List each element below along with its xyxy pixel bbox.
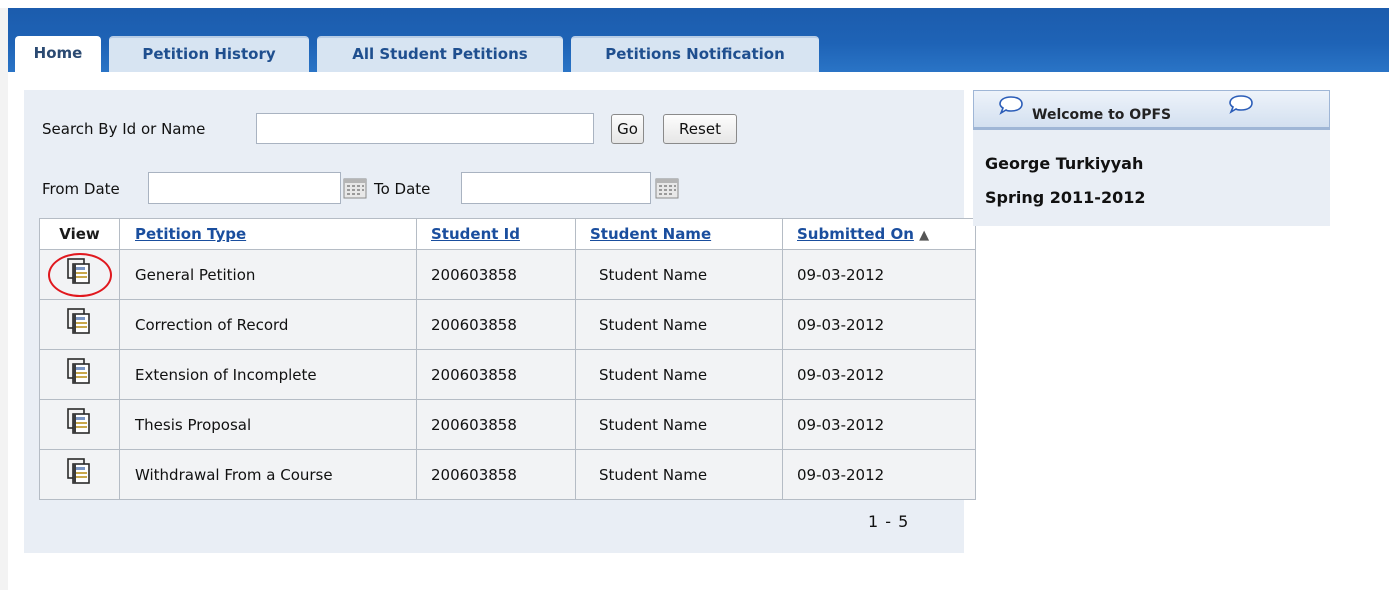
view-document-icon[interactable] bbox=[66, 357, 92, 389]
academic-term: Spring 2011-2012 bbox=[985, 188, 1146, 207]
student-id-cell: 200603858 bbox=[416, 299, 576, 350]
submitted-on-cell: 09-03-2012 bbox=[782, 349, 976, 400]
submitted-on-cell: 09-03-2012 bbox=[782, 399, 976, 450]
petition-type-cell: Thesis Proposal bbox=[119, 399, 417, 450]
submitted-on-cell: 09-03-2012 bbox=[782, 449, 976, 500]
petition-type-cell: Extension of Incomplete bbox=[119, 349, 417, 400]
tab-petition-history[interactable]: Petition History bbox=[109, 36, 309, 72]
speech-bubble-icon bbox=[999, 96, 1023, 115]
table-row: Correction of Record 200603858 Student N… bbox=[39, 299, 976, 350]
tab-label: Petition History bbox=[142, 45, 276, 63]
col-header-student-name[interactable]: Student Name bbox=[575, 218, 783, 250]
sort-link-submitted-on[interactable]: Submitted On bbox=[797, 225, 914, 243]
search-label: Search By Id or Name bbox=[42, 120, 206, 138]
student-name-cell: Student Name bbox=[575, 449, 783, 500]
table-row: General Petition 200603858 Student Name … bbox=[39, 249, 976, 300]
sort-link-petition-type[interactable]: Petition Type bbox=[135, 225, 246, 243]
petition-type-cell: Correction of Record bbox=[119, 299, 417, 350]
welcome-panel: Welcome to OPFS George Turkiyyah Spring … bbox=[973, 90, 1330, 226]
col-header-petition-type[interactable]: Petition Type bbox=[119, 218, 417, 250]
tab-petitions-notification[interactable]: Petitions Notification bbox=[571, 36, 819, 72]
submitted-on-cell: 09-03-2012 bbox=[782, 249, 976, 300]
view-cell bbox=[39, 299, 120, 350]
sort-ascending-icon: ▲ bbox=[919, 228, 930, 243]
view-document-icon[interactable] bbox=[66, 407, 92, 439]
table-row: Thesis Proposal 200603858 Student Name 0… bbox=[39, 399, 976, 450]
student-id-cell: 200603858 bbox=[416, 399, 576, 450]
table-header-row: View Petition Type Student Id Student Na… bbox=[39, 218, 976, 250]
calendar-icon[interactable] bbox=[342, 176, 368, 200]
col-header-submitted-on[interactable]: Submitted On ▲ bbox=[782, 218, 976, 250]
speech-bubble-icon bbox=[1229, 95, 1253, 114]
petition-type-cell: Withdrawal From a Course bbox=[119, 449, 417, 500]
sort-link-student-id[interactable]: Student Id bbox=[431, 225, 520, 243]
pagination-range: 1 - 5 bbox=[868, 512, 910, 531]
view-cell bbox=[39, 449, 120, 500]
table-row: Withdrawal From a Course 200603858 Stude… bbox=[39, 449, 976, 500]
student-id-cell: 200603858 bbox=[416, 249, 576, 300]
submitted-on-cell: 09-03-2012 bbox=[782, 299, 976, 350]
student-id-cell: 200603858 bbox=[416, 449, 576, 500]
view-cell bbox=[39, 249, 120, 300]
user-name: George Turkiyyah bbox=[985, 154, 1144, 173]
from-date-label: From Date bbox=[42, 180, 120, 198]
student-name-cell: Student Name bbox=[575, 299, 783, 350]
calendar-icon[interactable] bbox=[654, 176, 680, 200]
tab-all-student-petitions[interactable]: All Student Petitions bbox=[317, 36, 563, 72]
view-cell bbox=[39, 349, 120, 400]
go-button[interactable]: Go bbox=[611, 114, 644, 144]
student-name-cell: Student Name bbox=[575, 349, 783, 400]
view-document-icon[interactable] bbox=[66, 307, 92, 339]
left-edge bbox=[0, 8, 8, 590]
sort-link-student-name[interactable]: Student Name bbox=[590, 225, 711, 243]
from-date-input[interactable] bbox=[148, 172, 341, 204]
view-document-icon[interactable] bbox=[66, 457, 92, 489]
tab-label: All Student Petitions bbox=[352, 45, 528, 63]
view-document-icon[interactable] bbox=[66, 257, 92, 289]
col-header-view: View bbox=[39, 218, 120, 250]
petition-type-cell: General Petition bbox=[119, 249, 417, 300]
student-id-cell: 200603858 bbox=[416, 349, 576, 400]
tab-home[interactable]: Home bbox=[15, 36, 101, 72]
to-date-label: To Date bbox=[374, 180, 431, 198]
search-input[interactable] bbox=[256, 113, 594, 144]
petitions-table: View Petition Type Student Id Student Na… bbox=[39, 218, 976, 500]
table-row: Extension of Incomplete 200603858 Studen… bbox=[39, 349, 976, 400]
tab-label: Home bbox=[33, 44, 83, 62]
welcome-title: Welcome to OPFS bbox=[1032, 107, 1172, 123]
tab-label: Petitions Notification bbox=[605, 45, 785, 63]
reset-button[interactable]: Reset bbox=[663, 114, 737, 144]
student-name-cell: Student Name bbox=[575, 399, 783, 450]
welcome-header: Welcome to OPFS bbox=[973, 90, 1330, 130]
view-cell bbox=[39, 399, 120, 450]
student-name-cell: Student Name bbox=[575, 249, 783, 300]
table-body: General Petition 200603858 Student Name … bbox=[39, 249, 976, 500]
to-date-input[interactable] bbox=[461, 172, 651, 204]
col-header-student-id[interactable]: Student Id bbox=[416, 218, 576, 250]
